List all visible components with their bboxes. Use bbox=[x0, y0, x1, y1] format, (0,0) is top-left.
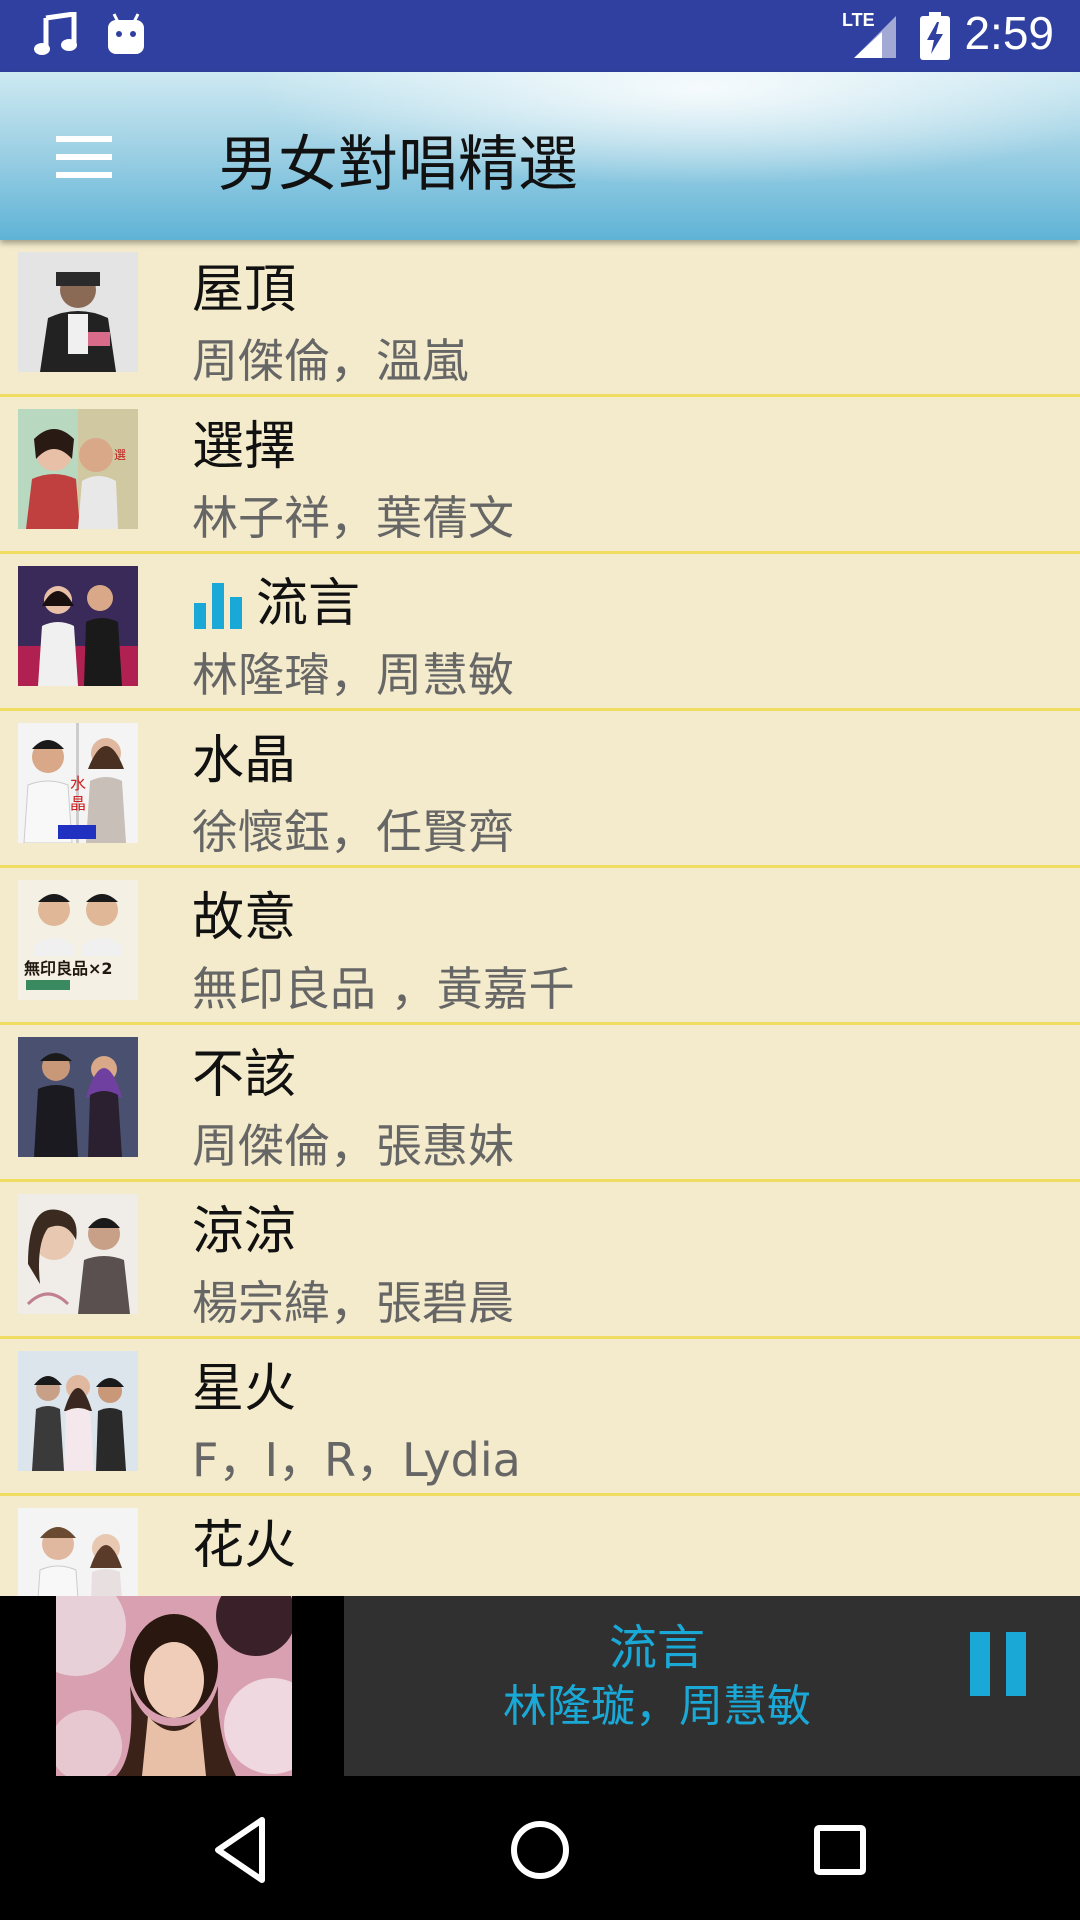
now-playing-art-container bbox=[0, 1596, 344, 1776]
song-artist: 林隆璿，周慧敏 bbox=[192, 648, 514, 702]
navigation-bar bbox=[0, 1776, 1080, 1920]
album-art-thumbnail bbox=[18, 1194, 138, 1314]
song-title: 故意 bbox=[192, 888, 297, 948]
music-note-icon bbox=[34, 11, 78, 62]
album-art-thumbnail bbox=[18, 1037, 138, 1157]
list-item[interactable]: 流言 林隆璿，周慧敏 bbox=[0, 554, 1080, 711]
song-artist: F，I，R，Lydia bbox=[192, 1433, 521, 1487]
song-artist: 無印良品 ，黃嘉千 bbox=[192, 962, 575, 1016]
song-title: 花火 bbox=[192, 1516, 297, 1576]
svg-text:水: 水 bbox=[70, 774, 86, 793]
song-title: 屋頂 bbox=[192, 260, 297, 320]
song-title: 水晶 bbox=[192, 731, 297, 791]
song-artist: 楊宗緯，張碧晨 bbox=[192, 1276, 514, 1330]
network-label: LTE bbox=[842, 10, 875, 30]
app-bar: 男女對唱精選 bbox=[0, 72, 1080, 240]
svg-text:無印良品×2: 無印良品×2 bbox=[24, 959, 113, 978]
song-title: 涼涼 bbox=[192, 1202, 297, 1262]
back-icon[interactable] bbox=[190, 1804, 290, 1894]
song-title: 不該 bbox=[192, 1045, 297, 1105]
list-item[interactable]: 無印良品×2 故意 無印良品 ，黃嘉千 bbox=[0, 868, 1080, 1025]
now-playing-equalizer-icon bbox=[192, 579, 244, 629]
list-item[interactable]: 選 選擇 林子祥，葉蒨文 bbox=[0, 397, 1080, 554]
album-art-thumbnail bbox=[18, 252, 138, 372]
signal-icon: LTE bbox=[842, 10, 898, 64]
list-item[interactable]: 屋頂 周傑倫，溫嵐 bbox=[0, 240, 1080, 397]
album-art-thumbnail bbox=[18, 566, 138, 686]
album-art-thumbnail: 水 晶 bbox=[18, 723, 138, 843]
svg-text:晶: 晶 bbox=[70, 794, 86, 813]
song-title: 流言 bbox=[256, 574, 361, 634]
list-item[interactable]: 星火 F，I，R，Lydia bbox=[0, 1339, 1080, 1496]
hamburger-menu-icon[interactable] bbox=[40, 118, 124, 194]
android-icon bbox=[106, 12, 146, 60]
song-list[interactable]: 屋頂 周傑倫，溫嵐 選 選擇 林子祥，葉蒨文 流言 林隆璿，周慧敏 水 晶 水晶… bbox=[0, 240, 1080, 1596]
now-playing-artist: 林隆璇，周慧敏 bbox=[503, 1681, 811, 1732]
list-item[interactable]: 涼涼 楊宗緯，張碧晨 bbox=[0, 1182, 1080, 1339]
svg-text:選: 選 bbox=[114, 448, 126, 462]
song-artist: 周傑倫，溫嵐 bbox=[192, 334, 468, 388]
list-item[interactable]: 不該 周傑倫，張惠妹 bbox=[0, 1025, 1080, 1182]
album-art-thumbnail: 無印良品×2 bbox=[18, 880, 138, 1000]
album-art-thumbnail: 選 bbox=[18, 409, 138, 529]
page-title: 男女對唱精選 bbox=[218, 130, 578, 200]
song-artist: 周傑倫，張惠妹 bbox=[192, 1119, 514, 1173]
status-time: 2:59 bbox=[964, 7, 1054, 59]
home-icon[interactable] bbox=[490, 1804, 590, 1894]
battery-charging-icon bbox=[920, 12, 950, 64]
song-title: 選擇 bbox=[192, 417, 297, 477]
pause-icon[interactable] bbox=[964, 1632, 1044, 1712]
status-bar: LTE 2:59 bbox=[0, 0, 1080, 72]
album-art-thumbnail bbox=[18, 1508, 138, 1596]
recents-icon[interactable] bbox=[790, 1804, 890, 1894]
now-playing-title: 流言 bbox=[608, 1620, 705, 1676]
now-playing-album-art[interactable] bbox=[56, 1596, 292, 1776]
album-art-thumbnail bbox=[18, 1351, 138, 1471]
song-artist: 徐懷鈺，任賢齊 bbox=[192, 805, 514, 859]
song-artist: 林子祥，葉蒨文 bbox=[192, 491, 514, 545]
list-item[interactable]: 水 晶 水晶 徐懷鈺，任賢齊 bbox=[0, 711, 1080, 868]
list-item[interactable]: 花火 bbox=[0, 1496, 1080, 1596]
song-title: 星火 bbox=[192, 1359, 297, 1419]
now-playing-bar[interactable]: 流言 林隆璇，周慧敏 bbox=[0, 1596, 1080, 1776]
